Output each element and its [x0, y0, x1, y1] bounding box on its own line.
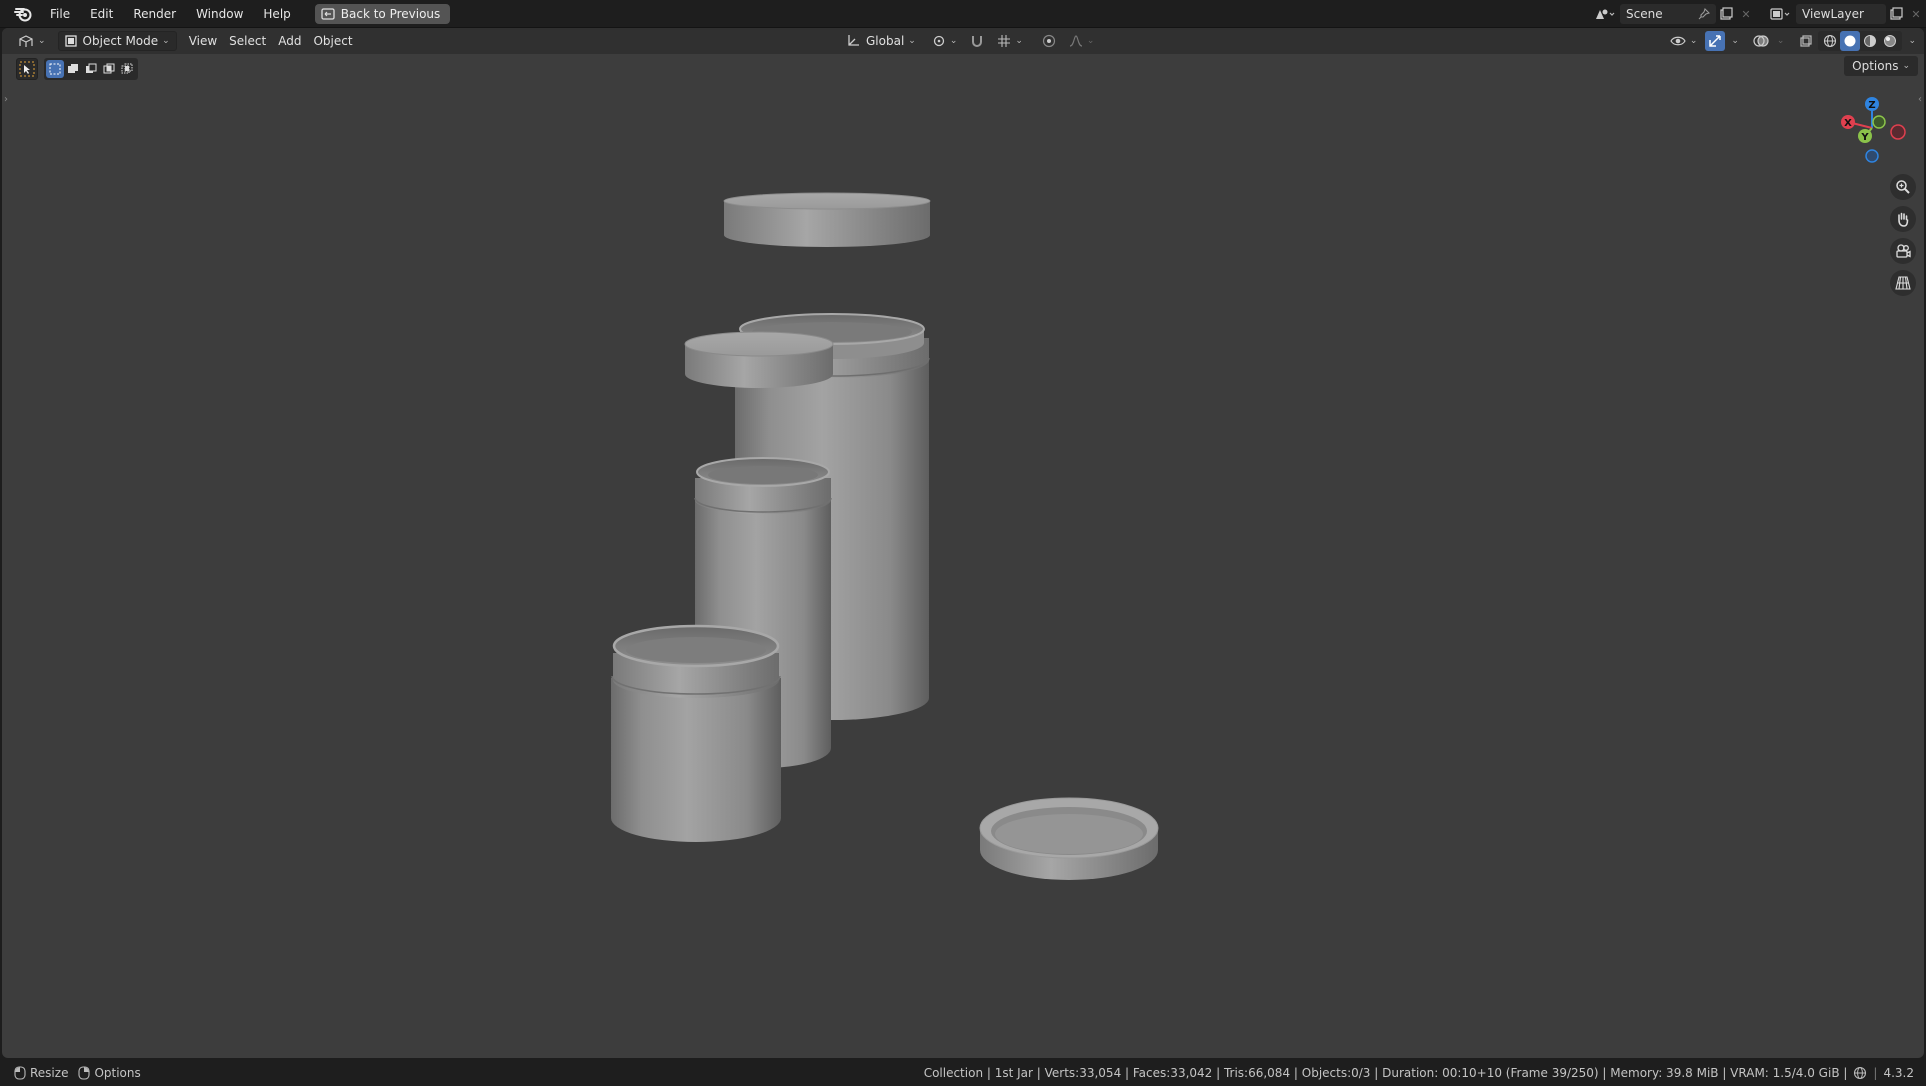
select-invert-icon[interactable] [100, 60, 118, 78]
resize-label: Resize [30, 1066, 69, 1080]
options-hint-label: Options [94, 1066, 141, 1080]
menu-select[interactable]: Select [223, 31, 272, 51]
scene-name-field[interactable]: Scene [1620, 4, 1716, 24]
mouse-right-icon [78, 1066, 91, 1080]
network-globe-icon[interactable] [1853, 1066, 1867, 1080]
pin-icon[interactable] [1698, 8, 1710, 20]
eye-selectability-icon [1670, 36, 1686, 46]
navigation-controls [1890, 174, 1916, 296]
top-menu-bar: File Edit Render Window Help Back to Pre… [0, 0, 1926, 28]
select-cursor-icon [19, 61, 35, 77]
scene-name: Scene [1626, 7, 1663, 21]
menu-edit[interactable]: Edit [80, 3, 123, 25]
sidebar-expand-arrow-icon[interactable]: ‹ [1918, 94, 1922, 105]
orientation-axes-icon [848, 35, 859, 46]
menu-help[interactable]: Help [253, 3, 300, 25]
delete-scene-icon[interactable]: ✕ [1736, 4, 1756, 24]
menu-window[interactable]: Window [186, 3, 253, 25]
overlays-toggle-icon[interactable] [1751, 31, 1771, 51]
scene-canvas[interactable] [2, 28, 1924, 1058]
viewport-shading-group [1818, 31, 1903, 51]
options-hint: Options [78, 1066, 141, 1080]
view-layer-field[interactable]: ViewLayer [1796, 4, 1886, 24]
select-tool-row [16, 58, 138, 80]
neg-y-axis-icon[interactable] [1872, 115, 1886, 129]
overlays-dropdown-icon[interactable]: ⌄ [1777, 36, 1785, 46]
visibility-dropdown[interactable]: ⌄ [1664, 31, 1704, 51]
transform-orientation-label: Global [866, 34, 905, 48]
toolbar-expand-arrow-icon[interactable]: › [4, 94, 8, 105]
falloff-dropdown[interactable]: ⌄ [1063, 31, 1101, 51]
delete-view-layer-icon[interactable]: ✕ [1906, 4, 1926, 24]
floating-lid-object[interactable] [723, 192, 931, 247]
fullscreen-back-icon [321, 7, 335, 20]
y-axis-label: Y [1860, 132, 1869, 143]
options-dropdown[interactable]: Options ⌄ [1844, 56, 1918, 76]
material-preview-icon[interactable] [1860, 31, 1880, 51]
back-to-previous-label: Back to Previous [340, 6, 441, 21]
viewlayer-selector-icon[interactable] [1766, 4, 1796, 24]
new-view-layer-icon[interactable] [1886, 4, 1906, 24]
transform-orientation-dropdown[interactable]: Global ⌄ [840, 31, 922, 51]
resize-hint: Resize [14, 1066, 68, 1080]
shading-dropdown-icon[interactable]: ⌄ [1908, 36, 1916, 46]
editor-type-button[interactable]: ⌄ [12, 31, 52, 51]
pan-hand-icon[interactable] [1890, 206, 1916, 232]
neg-x-axis-icon[interactable] [1890, 124, 1906, 140]
x-axis-label: X [1844, 118, 1852, 129]
snap-toggle-icon[interactable] [967, 31, 987, 51]
select-new-icon[interactable] [46, 60, 64, 78]
z-axis-label: Z [1868, 100, 1875, 111]
selection-mode-group [44, 58, 138, 80]
object-mode-dropdown[interactable]: Object Mode ⌄ [57, 31, 177, 51]
falloff-curve-icon [1069, 35, 1083, 47]
zoom-icon[interactable] [1890, 174, 1916, 200]
pivot-point-icon [933, 35, 944, 47]
blender-logo-icon[interactable] [12, 3, 34, 25]
menu-render[interactable]: Render [123, 3, 186, 25]
perspective-grid-icon[interactable] [1890, 270, 1916, 296]
scene-selector-icon[interactable] [1590, 4, 1620, 24]
scene-statistics: Collection | 1st Jar | Verts:33,054 | Fa… [923, 1066, 1848, 1080]
select-intersect-icon[interactable] [118, 60, 136, 78]
object-mode-label: Object Mode [82, 34, 159, 48]
navigation-gizmo[interactable]: Z X Y [1832, 88, 1912, 168]
viewport-header: ⌄ Object Mode ⌄ View Select Add Object G… [2, 28, 1924, 54]
select-subtract-icon[interactable] [82, 60, 100, 78]
camera-icon[interactable] [1890, 238, 1916, 264]
neg-z-axis-icon[interactable] [1865, 149, 1879, 163]
short-jar-object[interactable] [611, 624, 781, 842]
snap-increment-icon [998, 35, 1011, 47]
select-extend-icon[interactable] [64, 60, 82, 78]
snap-target-dropdown[interactable]: ⌄ [991, 31, 1029, 51]
tweak-select-tool[interactable] [16, 58, 38, 80]
pivot-point-dropdown[interactable]: ⌄ [926, 31, 964, 51]
status-bar: Resize Options Collection | 1st Jar | Ve… [0, 1060, 1926, 1086]
view-layer-name: ViewLayer [1802, 7, 1864, 21]
solid-shading-icon[interactable] [1840, 31, 1861, 51]
open-lid-object[interactable] [979, 797, 1159, 880]
gizmo-toggle-icon[interactable] [1705, 31, 1726, 51]
menu-object[interactable]: Object [307, 31, 358, 51]
menu-add[interactable]: Add [272, 31, 307, 51]
blender-version: 4.3.2 [1883, 1066, 1914, 1080]
editor-type-icon [19, 35, 33, 47]
gizmo-dropdown-icon[interactable]: ⌄ [1731, 36, 1739, 46]
object-mode-icon [64, 35, 77, 47]
back-to-previous-button[interactable]: Back to Previous [314, 3, 451, 24]
wireframe-shading-icon[interactable] [1820, 31, 1840, 51]
3d-viewport[interactable]: ⌄ Object Mode ⌄ View Select Add Object G… [2, 28, 1924, 1058]
rendered-shading-icon[interactable] [1880, 31, 1900, 51]
new-scene-icon[interactable] [1716, 4, 1736, 24]
proportional-editing-icon[interactable] [1039, 31, 1059, 51]
menu-view[interactable]: View [183, 31, 223, 51]
xray-toggle-icon[interactable] [1796, 31, 1816, 51]
options-label: Options [1852, 59, 1899, 73]
mouse-left-icon [14, 1066, 26, 1080]
small-lid-object[interactable] [684, 331, 834, 388]
menu-file[interactable]: File [40, 3, 80, 25]
